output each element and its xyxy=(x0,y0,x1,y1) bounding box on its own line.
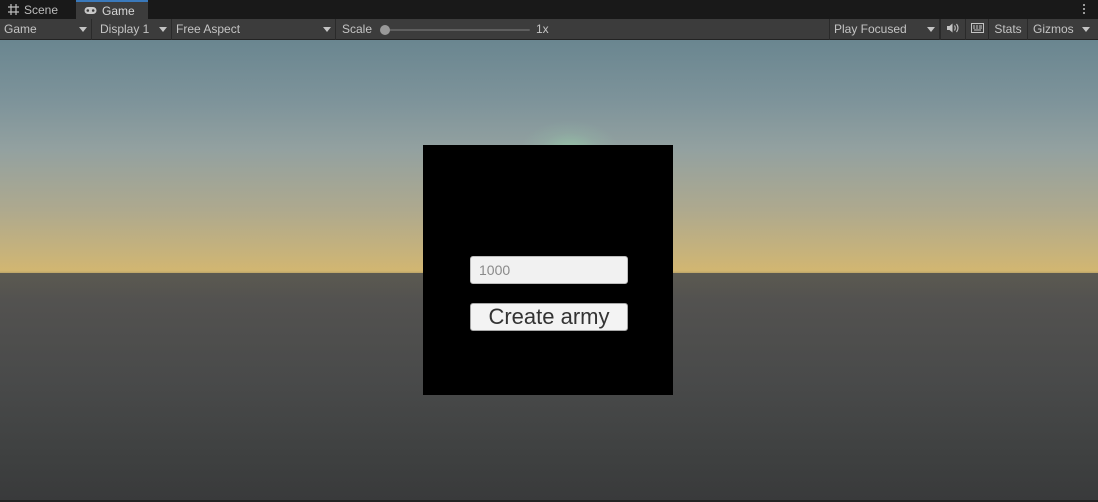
keyboard-icon xyxy=(970,22,984,36)
chevron-down-icon xyxy=(323,26,331,32)
scale-slider-track[interactable] xyxy=(384,28,530,31)
more-options-icon[interactable] xyxy=(1078,2,1090,16)
view-mode-dropdown[interactable]: Game xyxy=(0,18,92,40)
army-size-input[interactable] xyxy=(470,256,628,284)
ui-panel: Create army xyxy=(423,145,673,395)
gamepad-icon xyxy=(84,6,97,15)
scale-label: Scale xyxy=(342,22,373,36)
view-mode-label: Game xyxy=(4,22,37,36)
tab-scene-label: Scene xyxy=(24,2,59,17)
display-label: Display 1 xyxy=(100,22,150,36)
stats-button[interactable]: Stats xyxy=(988,18,1027,40)
chevron-down-icon xyxy=(79,26,87,32)
play-mode-label: Play Focused xyxy=(834,22,907,36)
scale-control: Scale 1x xyxy=(336,19,829,40)
grid-icon xyxy=(8,4,19,15)
tab-game-label: Game xyxy=(102,3,135,18)
speaker-icon xyxy=(947,22,959,36)
gizmos-dropdown[interactable]: Gizmos xyxy=(1027,18,1094,40)
scale-value: 1x xyxy=(536,21,549,36)
game-viewport[interactable]: Create army xyxy=(0,40,1098,500)
aspect-dropdown[interactable]: Free Aspect xyxy=(172,18,336,40)
display-dropdown[interactable]: Display 1 xyxy=(92,18,172,40)
create-army-label: Create army xyxy=(488,304,610,329)
aspect-label: Free Aspect xyxy=(176,22,241,36)
game-view-toolbar: Game Display 1 Free Aspect Scale 1x Play… xyxy=(0,18,1098,40)
scale-slider-thumb[interactable] xyxy=(380,24,390,35)
create-army-button[interactable]: Create army xyxy=(470,303,628,331)
keyboard-shortcuts-button[interactable] xyxy=(965,18,988,40)
stats-label: Stats xyxy=(994,22,1022,36)
gizmos-label: Gizmos xyxy=(1033,22,1074,36)
tab-scene[interactable]: Scene xyxy=(0,0,76,19)
play-mode-dropdown[interactable]: Play Focused xyxy=(829,18,940,40)
tab-game[interactable]: Game xyxy=(76,0,148,19)
mute-audio-button[interactable] xyxy=(940,18,965,40)
chevron-down-icon xyxy=(159,26,167,32)
editor-tab-bar: Scene Game xyxy=(0,0,1098,19)
chevron-down-icon xyxy=(1082,26,1090,32)
chevron-down-icon xyxy=(927,26,935,32)
